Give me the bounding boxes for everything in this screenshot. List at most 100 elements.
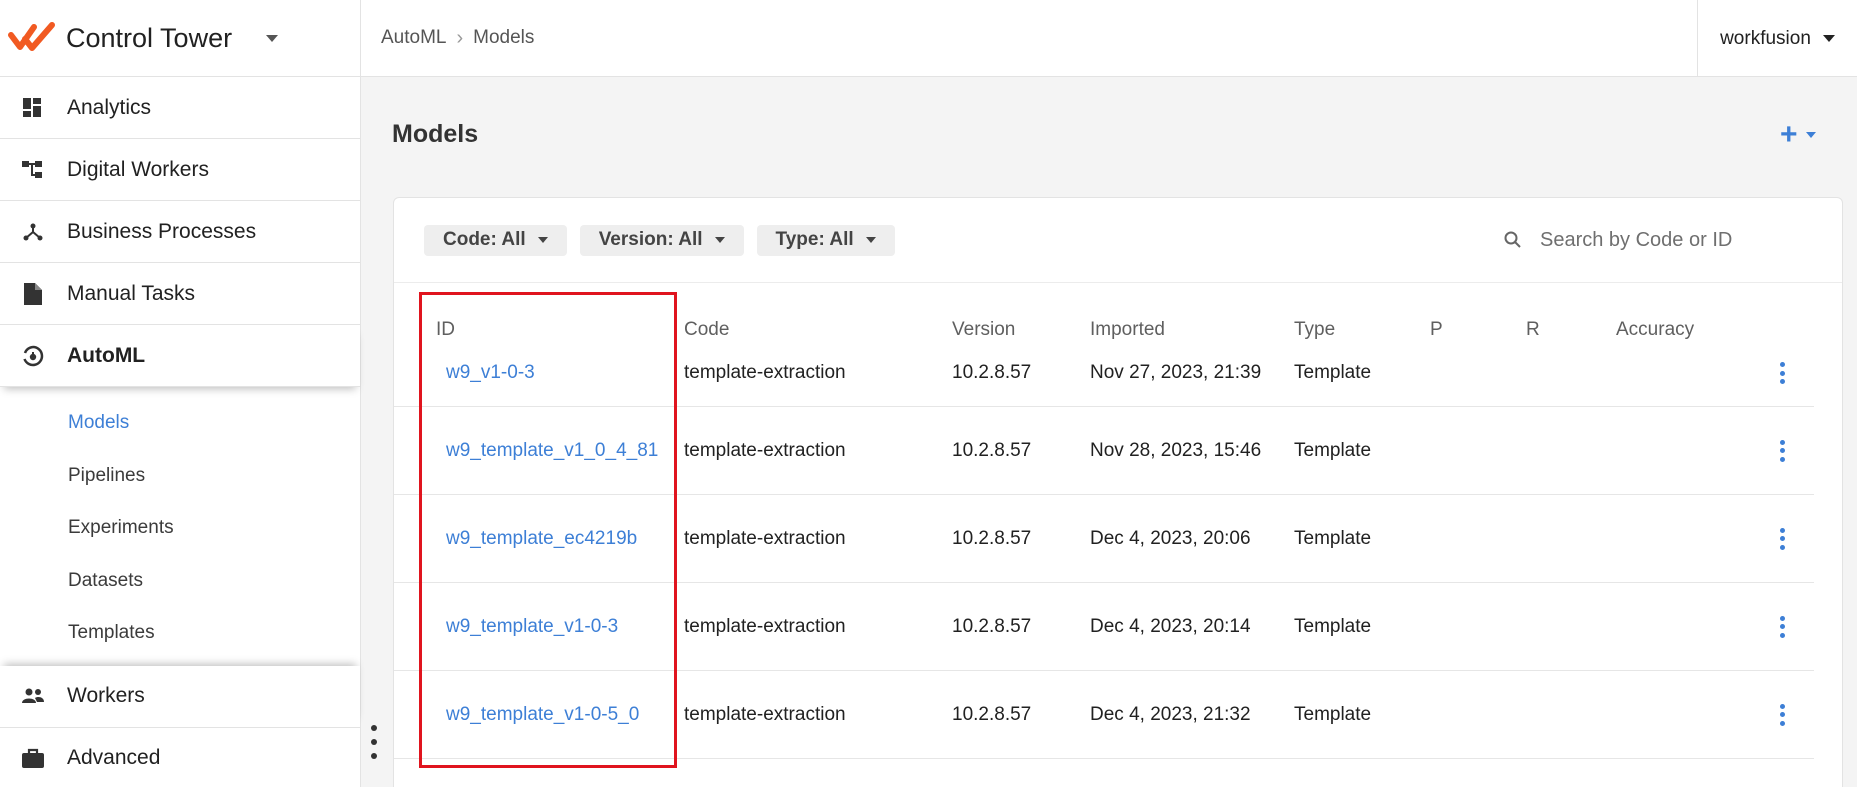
model-imported: Dec 4, 2023, 20:14 <box>1090 615 1251 637</box>
column-header-r[interactable]: R <box>1526 319 1616 341</box>
model-version: 10.2.8.57 <box>952 362 1032 383</box>
sidebar-item-label: Digital Workers <box>67 157 209 181</box>
top-bar: AutoML › Models workfusion <box>361 0 1857 77</box>
model-id-link[interactable]: w9_template_v1-0-5_0 <box>446 704 639 725</box>
model-code: template-extraction <box>684 615 846 637</box>
column-header-type[interactable]: Type <box>1294 319 1430 341</box>
user-menu[interactable]: workfusion <box>1697 0 1857 77</box>
sidebar-item-manual-tasks[interactable]: Manual Tasks <box>0 263 360 325</box>
sidebar-item-label: AutoML <box>67 343 146 367</box>
chevron-down-icon[interactable] <box>266 34 279 42</box>
workfusion-logo-icon <box>8 22 55 51</box>
model-id-link[interactable]: w9_template_ec4219b <box>446 528 637 549</box>
sidebar-item-label: Workers <box>67 684 145 707</box>
table-row[interactable]: w9_template_v1-0-5_0 template-extraction… <box>394 671 1814 759</box>
sidebar-item-business-processes[interactable]: Business Processes <box>0 201 360 263</box>
model-id-link[interactable]: w9_template_v1-0-3 <box>446 616 618 637</box>
sidebar-resize-handle[interactable] <box>370 725 378 759</box>
column-header-code[interactable]: Code <box>684 319 952 341</box>
table-row[interactable]: w9_template_ec4219b template-extraction … <box>394 495 1814 583</box>
chevron-down-icon <box>537 237 548 243</box>
model-type: Template <box>1294 362 1372 383</box>
chevron-down-icon <box>1805 132 1816 138</box>
automl-icon <box>20 343 46 369</box>
type-filter[interactable]: Type: All <box>756 224 895 256</box>
model-version: 10.2.8.57 <box>952 527 1032 549</box>
more-vert-icon[interactable] <box>1780 439 1786 462</box>
sidebar-item-automl[interactable]: AutoML <box>0 325 360 387</box>
subnav-item-datasets[interactable]: Datasets <box>0 555 360 608</box>
dashboard-icon <box>20 95 46 121</box>
app-name: Control Tower <box>66 22 233 53</box>
model-code: template-extraction <box>684 362 846 383</box>
model-type: Template <box>1294 527 1372 549</box>
subnav-item-pipelines[interactable]: Pipelines <box>0 450 360 503</box>
sidebar-item-label: Advanced <box>67 746 161 769</box>
model-id-link[interactable]: w9_template_v1_0_4_81 <box>446 440 658 461</box>
sidebar-item-analytics[interactable]: Analytics <box>0 77 360 139</box>
code-filter[interactable]: Code: All <box>424 224 567 256</box>
table-row[interactable]: w9_template_v1-0-3 template-extraction 1… <box>394 583 1814 671</box>
model-type: Template <box>1294 615 1372 637</box>
column-header-imported[interactable]: Imported <box>1090 319 1294 341</box>
model-imported: Nov 27, 2023, 21:39 <box>1090 362 1262 383</box>
chevron-down-icon <box>865 237 876 243</box>
chevron-down-icon <box>714 237 725 243</box>
chevron-down-icon <box>1822 35 1835 42</box>
plus-icon: + <box>1780 118 1798 151</box>
model-version: 10.2.8.57 <box>952 615 1032 637</box>
column-header-id[interactable]: ID <box>394 319 684 341</box>
sidebar: Control Tower Analytics Digital Workers … <box>0 0 361 787</box>
sidebar-item-label: Business Processes <box>67 219 257 243</box>
search-input[interactable] <box>1540 228 1790 252</box>
subnav-item-templates[interactable]: Templates <box>0 607 360 660</box>
sidebar-item-digital-workers[interactable]: Digital Workers <box>0 139 360 201</box>
more-vert-icon[interactable] <box>1780 527 1786 550</box>
column-header-version[interactable]: Version <box>952 319 1090 341</box>
add-model-button[interactable]: + <box>1780 120 1816 150</box>
automl-subnav: Models Pipelines Experiments Datasets Te… <box>0 387 360 666</box>
sidebar-item-advanced[interactable]: Advanced <box>0 728 360 787</box>
model-type: Template <box>1294 439 1372 461</box>
model-code: template-extraction <box>684 439 846 461</box>
search-box <box>1504 220 1804 260</box>
model-id-link[interactable]: w9_v1-0-3 <box>446 362 535 383</box>
table-row[interactable]: w9_template_v1_0_4_81 template-extractio… <box>394 407 1814 495</box>
models-card: Code: All Version: All Type: All ID Code… <box>393 197 1843 787</box>
sidebar-item-label: Manual Tasks <box>67 281 196 305</box>
subnav-item-experiments[interactable]: Experiments <box>0 502 360 555</box>
people-icon <box>20 683 46 709</box>
model-type: Template <box>1294 703 1372 725</box>
column-header-p[interactable]: P <box>1430 319 1526 341</box>
breadcrumb: AutoML › Models <box>361 27 534 50</box>
model-version: 10.2.8.57 <box>952 439 1032 461</box>
models-table: ID Code Version Imported Type P R Accura… <box>394 283 1844 759</box>
sidebar-item-label: Analytics <box>67 95 152 119</box>
hierarchy-icon <box>20 157 46 183</box>
breadcrumb-automl[interactable]: AutoML <box>381 27 446 49</box>
sidebar-item-workers[interactable]: Workers <box>0 666 360 728</box>
dot <box>371 725 377 731</box>
document-icon <box>20 281 46 307</box>
search-icon <box>1504 231 1521 248</box>
version-filter[interactable]: Version: All <box>579 224 744 256</box>
more-vert-icon[interactable] <box>1780 615 1786 638</box>
model-imported: Dec 4, 2023, 20:06 <box>1090 527 1251 549</box>
model-imported: Nov 28, 2023, 15:46 <box>1090 439 1262 461</box>
dot <box>371 739 377 745</box>
model-code: template-extraction <box>684 703 846 725</box>
process-icon <box>20 219 46 245</box>
brand-header[interactable]: Control Tower <box>0 0 360 77</box>
column-header-accuracy[interactable]: Accuracy <box>1616 319 1756 341</box>
table-row[interactable]: w9_v1-0-3 template-extraction 10.2.8.57 … <box>394 351 1814 407</box>
subnav-item-models[interactable]: Models <box>0 397 360 450</box>
model-code: template-extraction <box>684 527 846 549</box>
briefcase-icon <box>20 745 46 771</box>
model-imported: Dec 4, 2023, 21:32 <box>1090 703 1251 725</box>
filter-label: Code: All <box>443 229 526 250</box>
filter-label: Type: All <box>775 229 854 250</box>
more-vert-icon[interactable] <box>1780 362 1786 384</box>
table-header: ID Code Version Imported Type P R Accura… <box>394 283 1844 351</box>
user-name: workfusion <box>1720 27 1811 49</box>
more-vert-icon[interactable] <box>1780 703 1786 726</box>
